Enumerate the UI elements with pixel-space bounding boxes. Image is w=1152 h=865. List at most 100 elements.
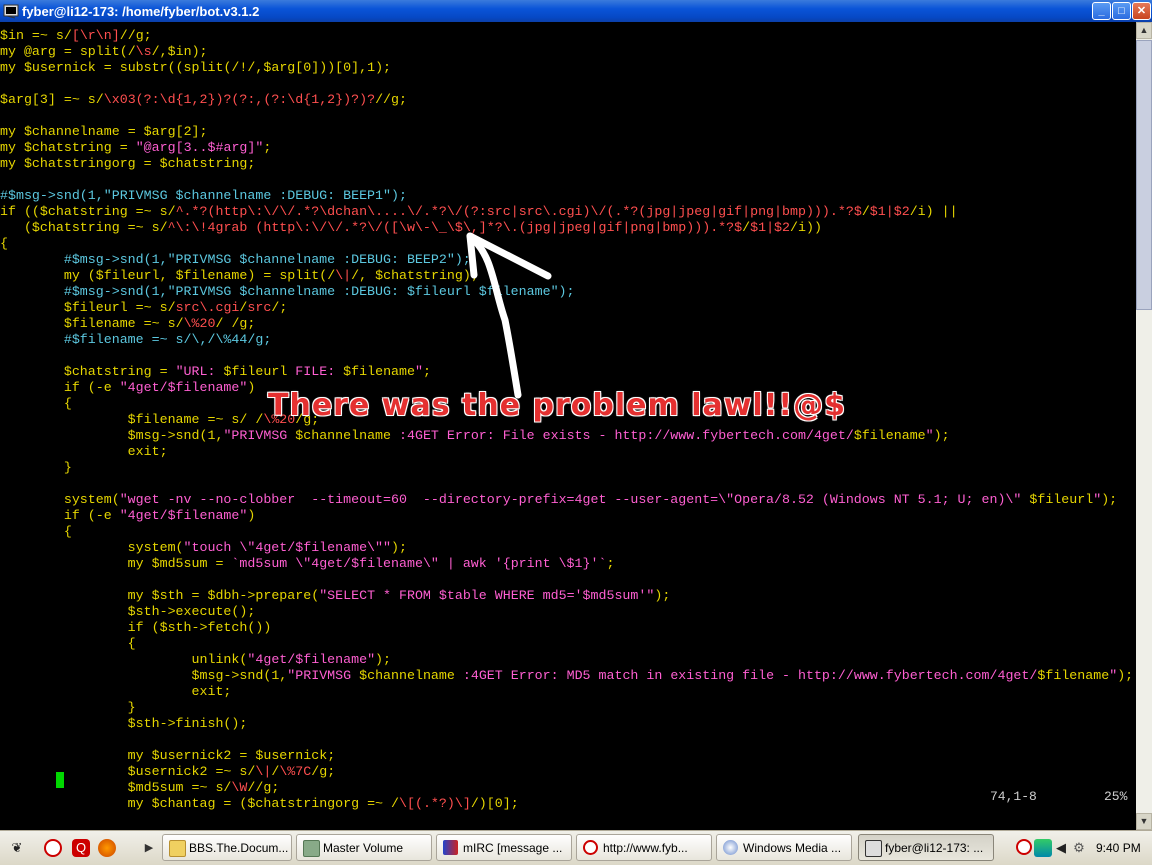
code-token: ); xyxy=(391,540,407,555)
code-token: [2]; xyxy=(175,124,208,139)
code-token: $filename xyxy=(853,428,926,443)
code-token: =~ / xyxy=(359,796,399,811)
code-token: if (( xyxy=(0,204,40,219)
code-token: ; xyxy=(247,156,256,171)
windows-taskbar: ❦ Q ▶ BBS.The.Docum... Master Volume mIR… xyxy=(0,830,1152,865)
maximize-button[interactable]: □ xyxy=(1112,2,1131,20)
vim-scroll-percent: 25% xyxy=(1104,789,1128,804)
code-line: $msg->snd(1,"PRIVMSG $channelname :4GET … xyxy=(0,428,1133,444)
window-titlebar[interactable]: fyber@li12-173: /home/fyber/bot.v3.1.2 _… xyxy=(0,0,1152,22)
scroll-down-button[interactable]: ▼ xyxy=(1136,813,1152,830)
code-line: if (-e "4get/$filename") xyxy=(0,508,1133,524)
code-token: "@arg[3..$#arg]" xyxy=(135,140,264,155)
task-windows-media[interactable]: Windows Media ... xyxy=(716,834,852,861)
code-token: /; xyxy=(271,300,288,315)
code-token: "4get/$filename" xyxy=(247,652,376,667)
code-token: \x03(?:\d{1,2})?(?:,(?:\d{1,2})?)? xyxy=(103,92,376,107)
code-token: \[(.*?)\] xyxy=(399,796,471,811)
minimize-button[interactable]: _ xyxy=(1092,2,1111,20)
speaker-tray-icon[interactable]: ◀ xyxy=(1052,839,1070,857)
code-token: = xyxy=(183,588,208,603)
code-token: " xyxy=(1109,668,1118,683)
code-line: $sth->finish(); xyxy=(0,716,1133,732)
code-token: ( xyxy=(0,220,32,235)
opera-tray-icon[interactable] xyxy=(1016,839,1032,855)
code-token: =~ s/ / xyxy=(199,412,264,427)
code-token: $md5sum xyxy=(151,556,208,571)
code-token: = xyxy=(231,748,256,763)
code-token: ^.*?(http\:\/\/.*?\dchan\....\/.*?\/(?:s… xyxy=(175,204,862,219)
opera-quicklaunch-icon[interactable] xyxy=(44,839,62,857)
code-token: $sth xyxy=(127,604,160,619)
paw-start-icon[interactable]: ❦ xyxy=(8,839,26,857)
opera-alt-icon[interactable]: Q xyxy=(72,839,90,857)
firefox-icon[interactable] xyxy=(98,839,116,857)
quicklaunch-expand-icon[interactable]: ▶ xyxy=(140,839,158,857)
task-folder-bbs[interactable]: BBS.The.Docum... xyxy=(162,834,292,861)
code-line: my $sth = $dbh->prepare("SELECT * FROM $… xyxy=(0,588,1133,604)
code-token: $fileurl xyxy=(1029,492,1094,507)
task-opera-browser[interactable]: http://www.fyb... xyxy=(576,834,712,861)
code-token: @arg xyxy=(23,44,56,59)
code-token: "wget -nv --no-clobber --timeout=60 --di… xyxy=(119,492,1030,507)
code-token: = xyxy=(111,140,136,155)
code-token: =~ s/ xyxy=(135,316,184,331)
terminal-cursor xyxy=(56,772,64,788)
code-token: " xyxy=(925,428,934,443)
task-mirc[interactable]: mIRC [message ... xyxy=(436,834,572,861)
scroll-up-button[interactable]: ▲ xyxy=(1136,22,1152,39)
close-button[interactable]: ✕ xyxy=(1132,2,1151,20)
code-line: $md5sum =~ s/\W//g; xyxy=(0,780,1133,796)
code-line: my ($fileurl, $filename) = split(/\|/, $… xyxy=(0,268,1133,284)
code-token: { xyxy=(0,524,72,539)
code-token: { xyxy=(0,396,72,411)
task-putty-terminal[interactable]: fyber@li12-173: ... xyxy=(858,834,994,861)
code-token: /)[0]; xyxy=(470,796,519,811)
code-token: /, xyxy=(351,268,376,283)
code-token: ); xyxy=(933,428,950,443)
code-token: / xyxy=(742,220,751,235)
code-line: #$msg->snd(1,"PRIVMSG $channelname :DEBU… xyxy=(0,284,1133,300)
code-token: unlink( xyxy=(0,652,248,667)
code-line: { xyxy=(0,636,1133,652)
code-token: ->prepare( xyxy=(239,588,320,603)
taskbar-clock[interactable]: 9:40 PM xyxy=(1096,841,1141,855)
settings-tray-icon[interactable]: ⚙ xyxy=(1070,839,1088,857)
task-master-volume[interactable]: Master Volume xyxy=(296,834,432,861)
code-line: my $usernick2 = $usernick; xyxy=(0,748,1133,764)
code-token: ); xyxy=(1117,668,1134,683)
scrollbar-thumb[interactable] xyxy=(1136,40,1152,310)
code-token: //g; xyxy=(119,28,152,43)
code-token: \| xyxy=(335,268,352,283)
network-tray-icon[interactable] xyxy=(1034,839,1052,857)
code-token: ); xyxy=(1101,492,1118,507)
code-line: $filename =~ s/\%20/ /g; xyxy=(0,316,1133,332)
code-line: { xyxy=(0,236,1133,252)
code-token: ; xyxy=(606,556,615,571)
terminal-area[interactable]: $in =~ s/[\r\n]//g; my @arg = split(/\s/,… xyxy=(0,22,1136,830)
code-line: $fileurl =~ s/src\.cgi/src/; xyxy=(0,300,1133,316)
code-token: my xyxy=(0,588,152,603)
code-token: } xyxy=(0,460,72,475)
code-token: $channelname xyxy=(23,124,120,139)
code-token: my xyxy=(0,140,24,155)
code-token: if (-e xyxy=(0,380,120,395)
code-token: ->snd(1, xyxy=(223,668,288,683)
code-line: { xyxy=(0,524,1133,540)
code-token: $usernick xyxy=(255,748,328,763)
code-token: #$msg->snd(1,"PRIVMSG $channelname :DEBU… xyxy=(0,252,471,267)
mirc-icon xyxy=(443,840,458,855)
code-token: =~ s/ xyxy=(127,204,176,219)
terminal-scrollbar[interactable]: ▲ ▼ xyxy=(1136,22,1152,830)
code-token: " xyxy=(415,364,423,379)
code-token: $chatstring xyxy=(159,156,248,171)
code-token: ->fetch()) xyxy=(191,620,272,635)
code-token: my xyxy=(0,796,152,811)
